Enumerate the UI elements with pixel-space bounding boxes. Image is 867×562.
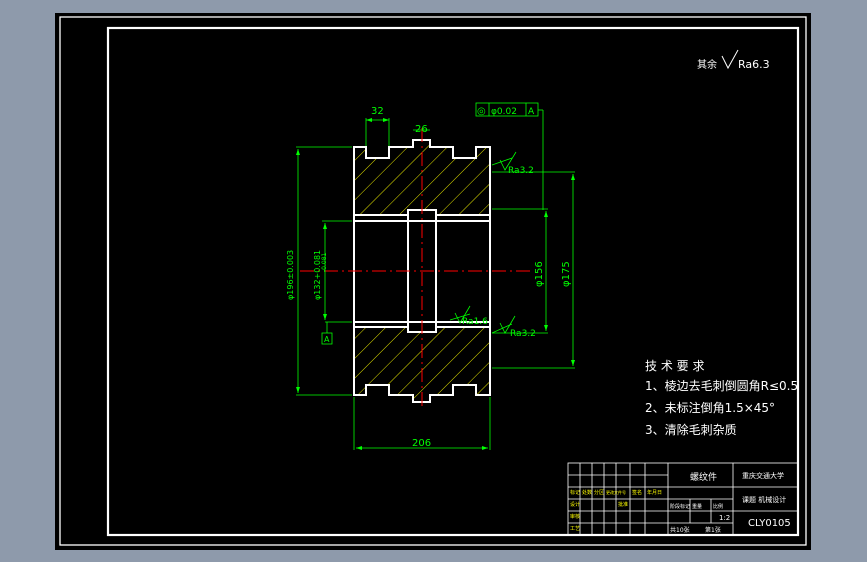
roughness-value: Ra6.3	[738, 58, 770, 71]
dim-206: 206	[412, 438, 431, 449]
svg-text:年月日: 年月日	[647, 489, 662, 496]
svg-text:重量: 重量	[692, 503, 702, 510]
sheet-total: 共10张	[670, 526, 690, 534]
svg-text:签名: 签名	[632, 489, 642, 496]
svg-text:标记: 标记	[570, 489, 580, 496]
svg-text:Ra1.6: Ra1.6	[462, 317, 488, 327]
course-name: 课题 机械设计	[742, 495, 786, 504]
svg-text:设计: 设计	[570, 501, 580, 508]
drawing-number: CLY0105	[748, 518, 791, 529]
dim-175: φ175	[561, 261, 572, 287]
dim-156: φ156	[534, 261, 545, 287]
scale-value: 1:2	[719, 514, 730, 522]
cad-drawing-canvas: 其余 Ra6.3 32 26 φ196±0.003 φ132+0.081 -0.…	[55, 13, 811, 550]
svg-text:处数: 处数	[582, 489, 592, 496]
school-name: 重庆交通大学	[742, 471, 784, 480]
tech-req-item-2: 2、未标注倒角1.5×45°	[645, 400, 775, 415]
dim-bore-tolerance: -0.081	[321, 252, 328, 272]
dim-26: 26	[415, 124, 428, 135]
svg-text:批准: 批准	[618, 501, 628, 508]
svg-text:审核: 审核	[570, 513, 580, 520]
svg-text:Ra3.2: Ra3.2	[508, 166, 534, 176]
tolerance-value: φ0.02	[491, 107, 517, 117]
dim-32: 32	[371, 106, 384, 117]
svg-text:更改文件号: 更改文件号	[606, 489, 626, 495]
svg-text:工艺: 工艺	[570, 526, 580, 532]
datum-label: A	[324, 335, 330, 344]
drawing-sheet	[55, 13, 811, 550]
svg-text:Ra3.2: Ra3.2	[510, 329, 536, 339]
part-name: 螺纹件	[690, 471, 717, 483]
svg-text:分区: 分区	[594, 489, 604, 496]
roughness-prefix: 其余	[697, 58, 717, 71]
svg-text:比例: 比例	[713, 503, 723, 510]
concentricity-icon: ◎	[477, 106, 486, 117]
tech-req-item-3: 3、清除毛刺杂质	[645, 422, 737, 437]
tolerance-datum: A	[528, 107, 535, 117]
sheet-number: 第1张	[705, 526, 721, 534]
tech-req-item-1: 1、棱边去毛刺倒圆角R≤0.5	[645, 378, 798, 393]
svg-text:阶段标记: 阶段标记	[670, 503, 690, 510]
tech-req-title: 技 术 要 求	[645, 359, 704, 373]
dim-outer-diameter: φ196±0.003	[286, 250, 295, 300]
